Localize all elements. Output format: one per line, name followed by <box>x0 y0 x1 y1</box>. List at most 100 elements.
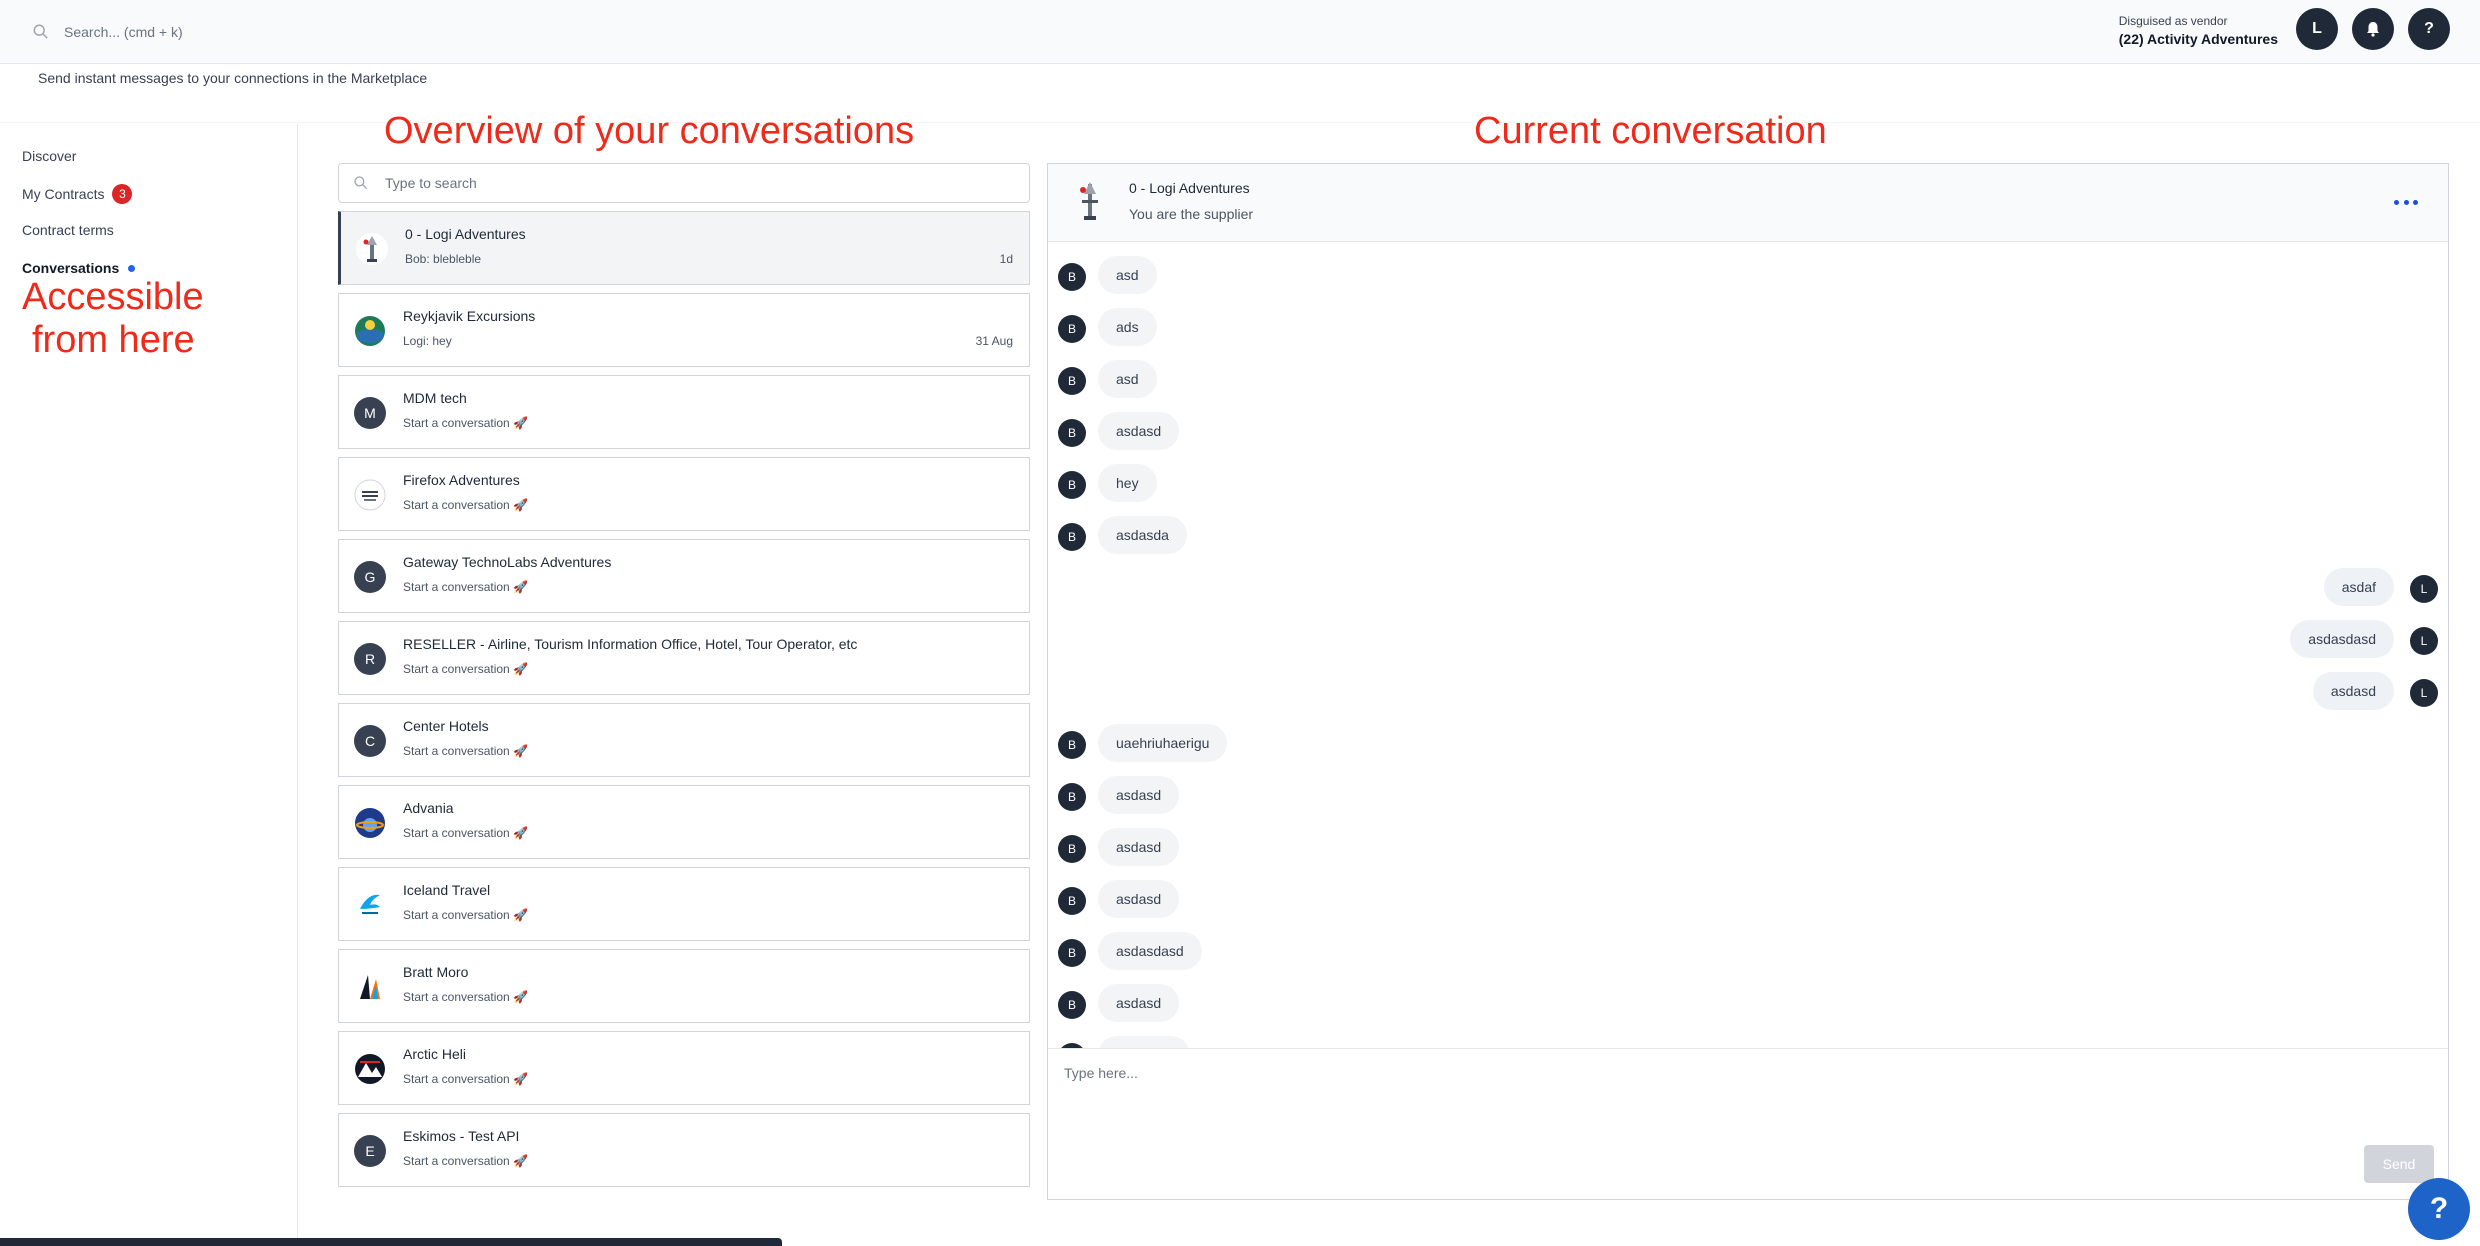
conversation-preview: Start a conversation 🚀 <box>403 662 528 676</box>
incoming-message: Basdasd <box>1048 774 2448 814</box>
disguise-label: Disguised as vendor <box>2118 14 2228 28</box>
incoming-message: Basdasd <box>1048 826 2448 866</box>
conversation-name: Advania <box>403 800 454 816</box>
chat-header: 0 - Logi Adventures You are the supplier <box>1048 164 2448 242</box>
annotation-line: Accessible <box>22 276 204 318</box>
conversation-preview: Start a conversation 🚀 <box>403 744 528 758</box>
message-bubble: asdasd <box>1098 776 1180 814</box>
conversation-item[interactable]: 0 - Logi Adventures Bob: blebleble 1d <box>338 211 1030 285</box>
notifications-button[interactable] <box>2352 8 2394 50</box>
avatar: M <box>354 397 386 429</box>
conversation-item[interactable]: Iceland Travel Start a conversation 🚀 <box>338 867 1030 941</box>
message-avatar: L <box>2410 575 2438 603</box>
conversation-item[interactable]: M MDM tech Start a conversation 🚀 <box>338 375 1030 449</box>
message-avatar: B <box>1058 315 1086 343</box>
contracts-count-badge: 3 <box>112 184 133 204</box>
conversation-search[interactable] <box>338 163 1030 203</box>
sidebar-item-discover[interactable]: Discover <box>22 148 76 164</box>
message-avatar: B <box>1058 367 1086 395</box>
vendor-name: (22) Activity Adventures <box>2118 31 2278 47</box>
tower-logo-icon <box>356 233 388 265</box>
message-avatar: B <box>1058 887 1086 915</box>
conversation-item[interactable]: Arctic Heli Start a conversation 🚀 <box>338 1031 1030 1105</box>
heli-logo-icon <box>354 1053 386 1085</box>
sidebar-item-label: Contract terms <box>22 222 114 238</box>
conversation-name: Bratt Moro <box>403 964 469 980</box>
incoming-message: Basdasd <box>1048 410 2448 450</box>
conversation-item[interactable]: Advania Start a conversation 🚀 <box>338 785 1030 859</box>
search-icon <box>33 24 48 39</box>
conversation-name: MDM tech <box>403 390 467 406</box>
conversation-name: Iceland Travel <box>403 882 491 898</box>
message-bubble: asdasd <box>1098 412 1180 450</box>
incoming-message: Bads <box>1048 306 2448 346</box>
message-composer: Send <box>1048 1048 2448 1199</box>
status-bar <box>0 1238 782 1246</box>
conversation-list: 0 - Logi Adventures Bob: blebleble 1d Reykj… <box>338 163 1030 1198</box>
message-input[interactable] <box>1048 1049 2448 1149</box>
conversation-item[interactable]: C Center Hotels Start a conversation 🚀 <box>338 703 1030 777</box>
page-subtitle: Send instant messages to your connection… <box>38 70 428 86</box>
conversation-search-input[interactable] <box>385 175 985 191</box>
message-avatar: B <box>1058 419 1086 447</box>
message-bubble: asdasdasd <box>1098 932 1202 970</box>
bell-icon <box>2367 22 2379 37</box>
global-search[interactable] <box>32 16 632 48</box>
sidebar-item-contract-terms[interactable]: Contract terms <box>22 222 114 238</box>
avatar: R <box>354 643 386 675</box>
message-bubble: asdasdasd <box>2290 620 2394 658</box>
conversation-name: 0 - Logi Adventures <box>405 226 526 242</box>
send-button[interactable]: Send <box>2364 1145 2434 1183</box>
conversation-item[interactable]: G Gateway TechnoLabs Adventures Start a co… <box>338 539 1030 613</box>
message-bubble: asd <box>1098 360 1157 398</box>
more-options-button[interactable] <box>2394 192 2418 212</box>
message-avatar: B <box>1058 523 1086 551</box>
company-logo-icon <box>354 479 386 511</box>
message-bubble: asdasd <box>1098 984 1180 1022</box>
annotation-current: Current conversation <box>1474 110 1827 152</box>
avatar: C <box>354 725 386 757</box>
avatar: E <box>354 1135 386 1167</box>
conversation-name: Center Hotels <box>403 718 489 734</box>
conversation-time: 31 Aug <box>975 334 1013 348</box>
message-avatar: L <box>2410 627 2438 655</box>
message-bubble: ads <box>1098 308 1157 346</box>
message-thread[interactable]: Basd Bads Basd Basdasd Bhey Basdasda Lasdaf Las… <box>1048 242 2448 1074</box>
help-fab-button[interactable]: ? <box>2408 1178 2470 1240</box>
conversation-preview: Start a conversation 🚀 <box>403 826 528 840</box>
sidebar-item-conversations[interactable]: Conversations <box>22 260 136 276</box>
message-bubble: asd <box>1098 256 1157 294</box>
help-button[interactable]: ? <box>2408 8 2450 50</box>
message-avatar: B <box>1058 835 1086 863</box>
conversation-name: Reykjavik Excursions <box>403 308 536 324</box>
conversation-preview: Start a conversation 🚀 <box>403 498 528 512</box>
sidebar-item-my-contracts[interactable]: My Contracts 3 <box>22 184 133 204</box>
user-avatar[interactable]: L <box>2296 8 2338 50</box>
message-bubble: uaehriuhaerigu <box>1098 724 1228 762</box>
conversation-name: RESELLER - Airline, Tourism Information … <box>403 636 858 652</box>
incoming-message: Basdasd <box>1048 878 2448 918</box>
sidebar-item-label: My Contracts <box>22 186 105 202</box>
conversation-time: 1d <box>999 252 1013 266</box>
search-icon <box>354 176 368 190</box>
outgoing-message: Lasdasd <box>1048 670 2448 710</box>
conversation-item[interactable]: E Eskimos - Test API Start a conversation … <box>338 1113 1030 1187</box>
message-bubble: asdasd <box>2312 672 2394 710</box>
message-bubble: asdasda <box>1098 516 1187 554</box>
message-avatar: L <box>2410 679 2438 707</box>
more-dot <box>2394 199 2399 205</box>
unread-dot <box>128 264 136 272</box>
conversation-name: Eskimos - Test API <box>403 1128 520 1144</box>
globe-logo-icon <box>354 315 386 347</box>
conversation-item[interactable]: Bratt Moro Start a conversation 🚀 <box>338 949 1030 1023</box>
conversation-item[interactable]: Reykjavik Excursions Logi: hey 31 Aug <box>338 293 1030 367</box>
conversation-item[interactable]: Firefox Adventures Start a conversation 🚀 <box>338 457 1030 531</box>
conversation-item[interactable]: R RESELLER - Airline, Tourism Information… <box>338 621 1030 695</box>
message-avatar: B <box>1058 731 1086 759</box>
global-search-input[interactable] <box>64 24 564 40</box>
conversation-preview: Logi: hey <box>403 334 452 348</box>
vendor-switcher[interactable]: Disguised as vendor (22) Activity Advent… <box>2119 13 2278 49</box>
bird-logo-icon <box>354 889 386 921</box>
chat-panel: 0 - Logi Adventures You are the supplier… <box>1047 163 2449 1200</box>
message-bubble: asdasd <box>1098 828 1180 866</box>
